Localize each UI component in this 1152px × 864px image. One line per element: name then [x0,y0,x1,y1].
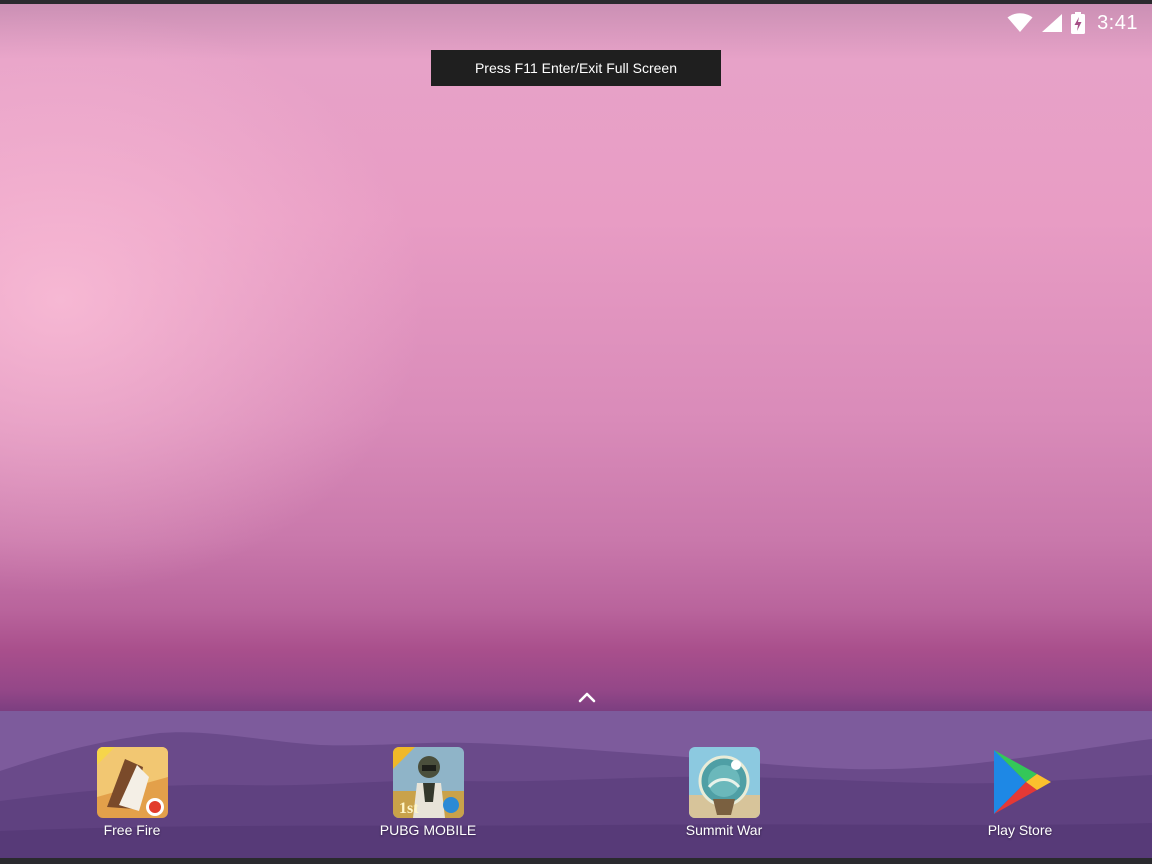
app-label-pubg-mobile: PUBG MOBILE [379,822,477,838]
battery-charging-icon [1071,12,1086,34]
app-dock: Free Fire 1st PUBG MOBILE Summit War Pla… [0,711,1152,858]
app-label-summit-war: Summit War [685,822,763,838]
dock-app-summit-war[interactable]: Summit War [659,747,789,838]
window-bottom-border [0,858,1152,864]
dock-app-pubg-mobile[interactable]: 1st PUBG MOBILE [363,747,493,838]
fullscreen-tooltip: Press F11 Enter/Exit Full Screen [431,50,721,86]
chevron-up-icon[interactable] [576,688,598,706]
app-label-play-store: Play Store [987,822,1053,838]
play-store-app-icon[interactable] [985,747,1056,818]
cellular-signal-icon [1041,13,1063,33]
dock-app-free-fire[interactable]: Free Fire [67,747,197,838]
dock-app-play-store[interactable]: Play Store [955,747,1085,838]
android-home-screen: 3:41 Press F11 Enter/Exit Full Screen Fr… [0,0,1152,864]
wifi-icon [1007,13,1033,33]
pubg-mobile-app-icon[interactable]: 1st [392,747,464,818]
status-bar: 3:41 [1007,10,1138,36]
summit-war-app-icon[interactable] [688,747,760,818]
window-top-border [0,0,1152,4]
svg-text:1st: 1st [399,800,419,817]
free-fire-app-icon[interactable] [96,747,168,818]
app-label-free-fire: Free Fire [103,822,161,838]
status-clock: 3:41 [1097,11,1138,34]
